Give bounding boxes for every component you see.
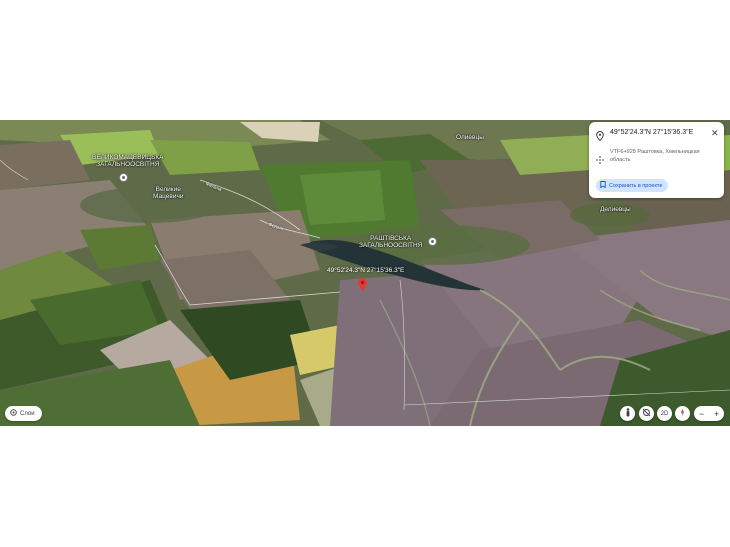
zoom-in-button[interactable]: +: [709, 406, 724, 421]
plus-code-icon: [596, 151, 604, 169]
layers-button[interactable]: Слои: [5, 406, 42, 421]
zoom-control: − +: [694, 406, 724, 421]
no-location-icon: [642, 408, 651, 419]
pin-coordinates-label: 49°52'24.3"N 27°15'36.3"E: [327, 267, 405, 274]
compass-icon: [678, 408, 687, 419]
compass-button[interactable]: [675, 406, 690, 421]
place-label-velikie-matsevichi: Великие Мацевичи: [153, 186, 184, 200]
view-2d-button[interactable]: 2D: [657, 406, 672, 421]
layers-icon: [10, 409, 17, 418]
school-poi-icon[interactable]: [428, 237, 437, 246]
place-label-delievtsy: Делиевцы: [600, 206, 631, 213]
card-coordinates: 49°52'24.3"N 27°15'36.3"E: [610, 129, 694, 136]
layers-label: Слои: [20, 410, 35, 417]
pegman-icon: [625, 408, 631, 419]
zoom-out-button[interactable]: −: [694, 406, 709, 421]
close-icon[interactable]: ✕: [711, 128, 719, 139]
bookmark-icon: [600, 181, 606, 190]
place-label-velykomatsevytska-school: ВЕЛИКОМАЦЕВИЦЬКА ЗАГАЛЬНООСВІТНЯ: [92, 154, 164, 168]
location-pin-icon: [596, 128, 604, 146]
school-poi-icon[interactable]: [119, 173, 128, 182]
card-address: VTF6+928 Раштовка, Хмельницкая область: [610, 149, 700, 163]
place-label-rashtivska-school: РАШТІВСЬКА ЗАГАЛЬНООСВІТНЯ: [359, 235, 423, 249]
save-to-project-button[interactable]: Сохранить в проекте: [596, 179, 669, 192]
save-button-label: Сохранить в проекте: [609, 182, 663, 189]
dropped-pin-icon[interactable]: [358, 278, 367, 296]
pegman-button[interactable]: [620, 406, 635, 421]
location-info-card: 49°52'24.3"N 27°15'36.3"E ✕ VTF6+928 Раш…: [589, 122, 724, 198]
my-location-button[interactable]: [639, 406, 654, 421]
place-label-olievtsy: Олиевцы: [456, 134, 484, 141]
